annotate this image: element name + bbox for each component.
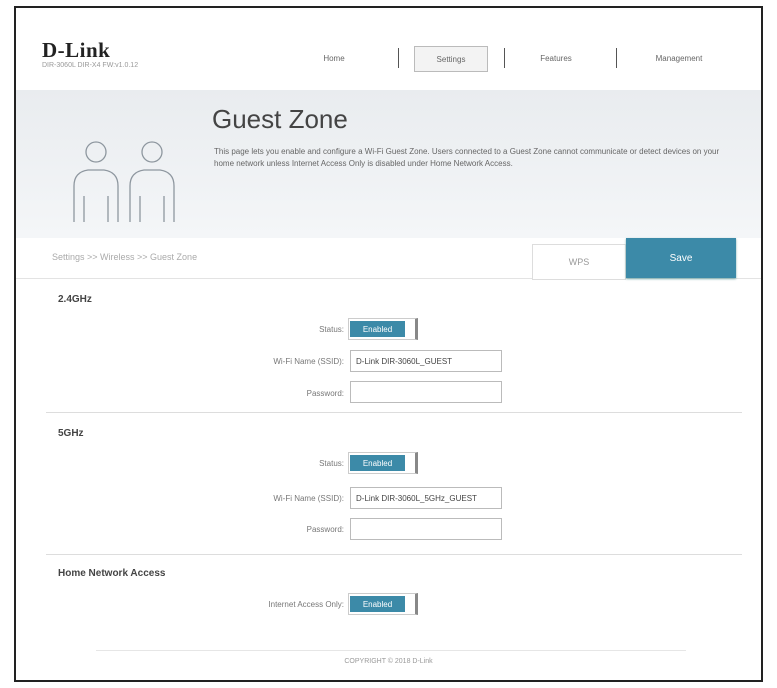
dlink-logo: D-Link [42,38,111,62]
toggle-state: Enabled [350,455,405,471]
router-ui-window: D-Link DIR-3060L DIR-X4 FW:v1.0.12 Home … [14,6,763,682]
save-button[interactable]: Save [626,238,736,278]
nav-home[interactable]: Home [304,46,364,70]
toggle-state: Enabled [350,596,405,612]
ssid-input-2-4ghz[interactable]: D-Link DIR-3060L_GUEST [350,350,502,372]
ssid-input-5ghz[interactable]: D-Link DIR-3060L_5GHz_GUEST [350,487,502,509]
status-toggle-5ghz[interactable]: Enabled [348,452,418,474]
password-input-2-4ghz[interactable] [350,381,502,403]
status-label: Status: [319,459,344,468]
nav-features[interactable]: Features [522,46,590,70]
password-label: Password: [306,389,344,398]
page-title: Guest Zone [212,104,348,134]
internet-access-only-label: Internet Access Only: [268,600,344,609]
section-title-5ghz: 5GHz [58,428,84,439]
status-toggle-2-4ghz[interactable]: Enabled [348,318,418,340]
wps-button[interactable]: WPS [532,244,626,280]
ssid-label: Wi-Fi Name (SSID): [273,357,344,366]
nav-management[interactable]: Management [634,46,724,70]
password-input-5ghz[interactable] [350,518,502,540]
action-bar: Settings >> Wireless >> Guest Zone WPS S… [16,238,761,280]
nav-separator [504,48,505,68]
password-label: Password: [306,525,344,534]
breadcrumb[interactable]: Settings >> Wireless >> Guest Zone [52,252,197,262]
internet-access-only-toggle[interactable]: Enabled [348,593,418,615]
nav-separator [616,48,617,68]
section-divider [46,412,742,413]
nav-separator [398,48,399,68]
model-info: DIR-3060L DIR-X4 FW:v1.0.12 [42,62,139,69]
section-title-2-4ghz: 2.4GHz [58,294,92,305]
page-description: This page lets you enable and configure … [214,147,720,168]
guest-users-icon [73,141,175,222]
footer-divider [96,650,686,651]
status-label: Status: [319,325,344,334]
section-title-home-network: Home Network Access [58,568,166,579]
section-divider [46,554,742,555]
nav-settings[interactable]: Settings [414,46,488,72]
ssid-label: Wi-Fi Name (SSID): [273,494,344,503]
copyright: COPYRIGHT © 2018 D-Link [344,658,433,665]
top-bar: D-Link DIR-3060L DIR-X4 FW:v1.0.12 Home … [16,8,761,90]
toggle-state: Enabled [350,321,405,337]
page-header: Guest Zone This page lets you enable and… [16,90,761,238]
